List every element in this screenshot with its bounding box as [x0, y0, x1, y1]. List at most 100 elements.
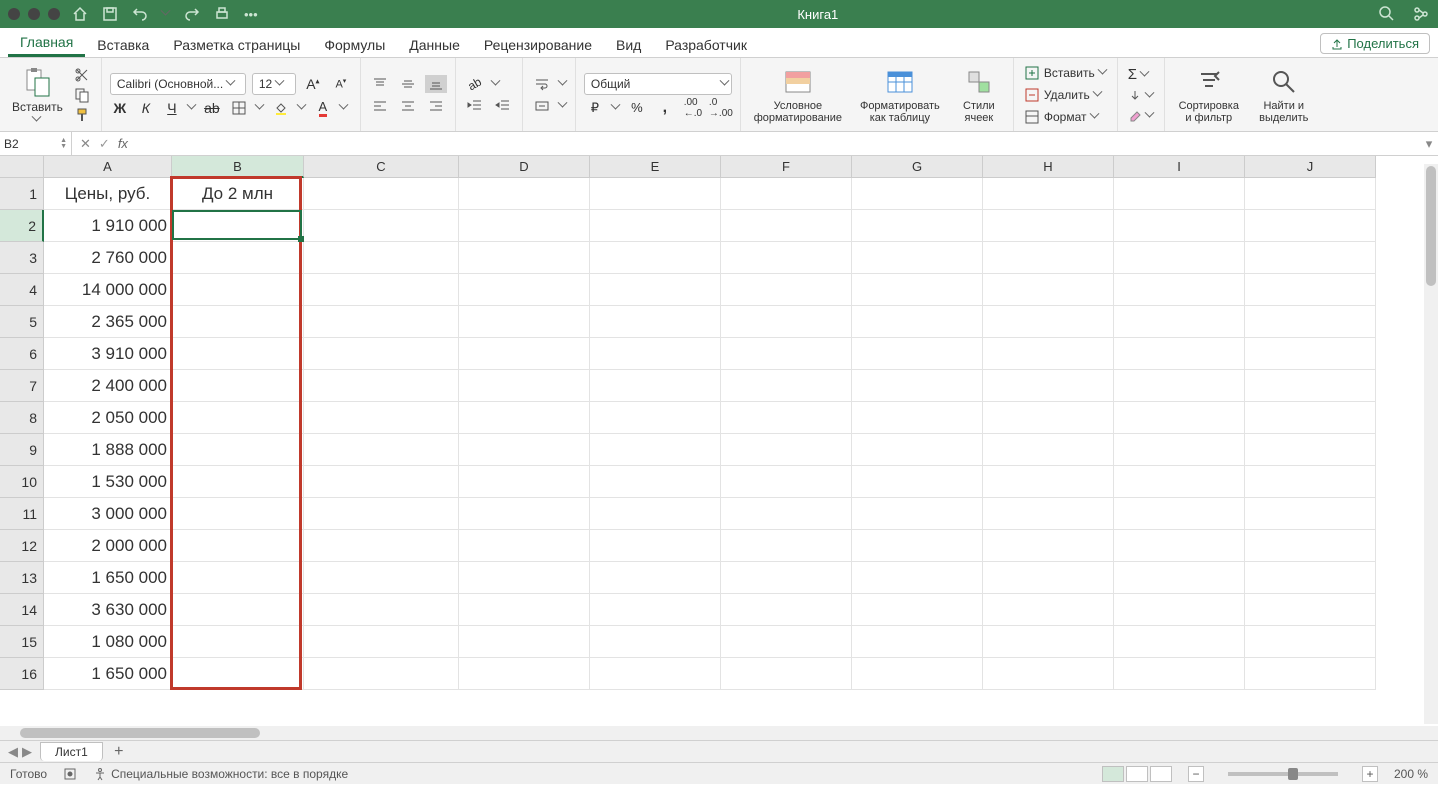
- cell[interactable]: [983, 274, 1114, 306]
- home-icon[interactable]: [72, 6, 88, 22]
- cell[interactable]: [1245, 274, 1376, 306]
- row-header[interactable]: 10: [0, 466, 44, 498]
- cell[interactable]: [304, 658, 459, 690]
- chevron-down-icon[interactable]: [188, 104, 196, 112]
- tab-review[interactable]: Рецензирование: [472, 31, 604, 57]
- cell[interactable]: [983, 498, 1114, 530]
- currency-button[interactable]: ₽: [584, 99, 606, 117]
- cell[interactable]: [172, 466, 304, 498]
- column-header[interactable]: B: [172, 156, 304, 178]
- cell[interactable]: [1114, 210, 1245, 242]
- cell[interactable]: [1245, 594, 1376, 626]
- cell[interactable]: [459, 274, 590, 306]
- chevron-down-icon[interactable]: [492, 80, 500, 88]
- cell[interactable]: [172, 210, 304, 242]
- tab-home[interactable]: Главная: [8, 28, 85, 57]
- cell[interactable]: [1114, 562, 1245, 594]
- page-layout-view-button[interactable]: [1126, 766, 1148, 782]
- chevron-down-icon[interactable]: [559, 102, 567, 110]
- cell[interactable]: [590, 338, 721, 370]
- cut-button[interactable]: [71, 66, 93, 84]
- search-icon[interactable]: [1378, 5, 1396, 23]
- cell[interactable]: [590, 658, 721, 690]
- underline-button[interactable]: Ч: [162, 100, 182, 116]
- zoom-slider[interactable]: [1228, 772, 1338, 776]
- cell[interactable]: [459, 242, 590, 274]
- cell[interactable]: [459, 178, 590, 210]
- cell[interactable]: До 2 млн: [172, 178, 304, 210]
- cell[interactable]: [304, 530, 459, 562]
- cell[interactable]: [983, 530, 1114, 562]
- row-header[interactable]: 14: [0, 594, 44, 626]
- align-top-button[interactable]: [369, 75, 391, 93]
- share-icon[interactable]: [1412, 5, 1430, 23]
- cell[interactable]: [983, 338, 1114, 370]
- cell[interactable]: [172, 242, 304, 274]
- cell[interactable]: [983, 210, 1114, 242]
- find-select-button[interactable]: Найти и выделить: [1251, 64, 1317, 126]
- cell[interactable]: [172, 658, 304, 690]
- cell[interactable]: [1114, 530, 1245, 562]
- cell[interactable]: [721, 658, 852, 690]
- cell[interactable]: [304, 498, 459, 530]
- horizontal-scrollbar[interactable]: [20, 726, 1418, 740]
- cell[interactable]: [172, 498, 304, 530]
- increase-decimal-button[interactable]: .00←.0: [682, 99, 704, 117]
- cell[interactable]: [852, 338, 983, 370]
- cell[interactable]: [721, 274, 852, 306]
- cell[interactable]: [1245, 530, 1376, 562]
- cell[interactable]: [852, 178, 983, 210]
- maximize-window-icon[interactable]: [48, 8, 60, 20]
- delete-cells-button[interactable]: Удалить: [1022, 86, 1109, 104]
- sort-filter-button[interactable]: Сортировка и фильтр: [1173, 64, 1245, 126]
- tab-page-layout[interactable]: Разметка страницы: [161, 31, 312, 57]
- cell[interactable]: [1245, 178, 1376, 210]
- normal-view-button[interactable]: [1102, 766, 1124, 782]
- cell[interactable]: [590, 402, 721, 434]
- row-header[interactable]: 9: [0, 434, 44, 466]
- cell[interactable]: [459, 530, 590, 562]
- cell[interactable]: [1114, 626, 1245, 658]
- bold-button[interactable]: Ж: [110, 100, 130, 116]
- cell[interactable]: [721, 370, 852, 402]
- row-header[interactable]: 15: [0, 626, 44, 658]
- prev-sheet-icon[interactable]: ◀: [8, 744, 18, 760]
- cell[interactable]: [1114, 370, 1245, 402]
- next-sheet-icon[interactable]: ▶: [22, 744, 32, 760]
- row-header[interactable]: 5: [0, 306, 44, 338]
- row-header[interactable]: 6: [0, 338, 44, 370]
- font-name-combo[interactable]: Calibri (Основной...: [110, 73, 246, 95]
- cell[interactable]: [983, 626, 1114, 658]
- cell[interactable]: [459, 562, 590, 594]
- cell[interactable]: [590, 594, 721, 626]
- cell[interactable]: [590, 210, 721, 242]
- scrollbar-thumb[interactable]: [20, 728, 260, 738]
- format-painter-button[interactable]: [71, 106, 93, 124]
- cell[interactable]: [721, 178, 852, 210]
- cell[interactable]: [304, 370, 459, 402]
- cell[interactable]: [852, 370, 983, 402]
- redo-icon[interactable]: [184, 6, 200, 22]
- cell[interactable]: 1 650 000: [44, 562, 172, 594]
- cell[interactable]: [459, 658, 590, 690]
- cell[interactable]: [172, 594, 304, 626]
- cell[interactable]: [852, 466, 983, 498]
- cell[interactable]: [1245, 242, 1376, 274]
- sheet-nav[interactable]: ◀▶: [0, 744, 40, 760]
- expand-formula-icon[interactable]: ▾: [1420, 136, 1438, 152]
- align-center-button[interactable]: [397, 97, 419, 115]
- format-cells-button[interactable]: Формат: [1022, 108, 1109, 126]
- row-header[interactable]: 1: [0, 178, 44, 210]
- cell[interactable]: [721, 498, 852, 530]
- cells-area[interactable]: Цены, руб.До 2 млн1 910 0002 760 00014 0…: [44, 178, 1376, 690]
- cell[interactable]: [721, 626, 852, 658]
- cell[interactable]: [304, 402, 459, 434]
- column-header[interactable]: I: [1114, 156, 1245, 178]
- cell[interactable]: 3 630 000: [44, 594, 172, 626]
- cell[interactable]: [852, 498, 983, 530]
- cell[interactable]: [983, 242, 1114, 274]
- more-icon[interactable]: •••: [244, 7, 258, 22]
- cell[interactable]: [983, 466, 1114, 498]
- cell[interactable]: [983, 434, 1114, 466]
- cell[interactable]: [459, 466, 590, 498]
